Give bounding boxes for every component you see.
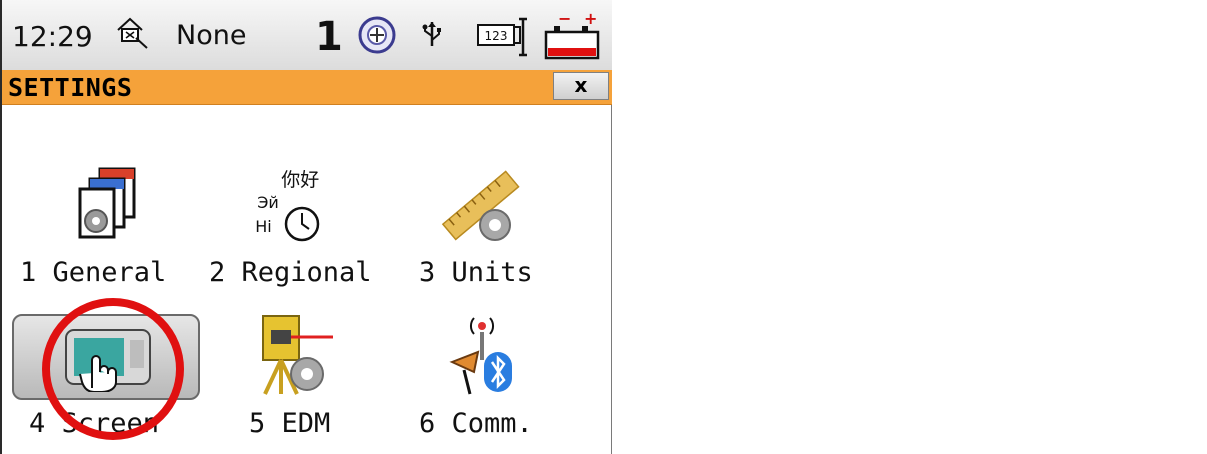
menu-label-units: 3 Units	[419, 257, 533, 288]
battery-icon: − +	[544, 9, 600, 60]
menu-item-units[interactable]	[388, 165, 576, 253]
menu-item-comm[interactable]	[388, 312, 576, 400]
home-target-icon[interactable]	[114, 14, 150, 50]
svg-text:+: +	[584, 9, 597, 28]
language-clock-icon: 你好 Эй Hi	[243, 165, 333, 245]
page-title: SETTINGS	[8, 73, 133, 102]
keyboard-123-icon[interactable]: 123	[476, 15, 534, 59]
icon-text-chinese: 你好	[281, 169, 320, 191]
icon-text-english: Hi	[255, 217, 272, 236]
antenna-bluetooth-icon	[449, 317, 512, 395]
face-indicator: 1	[315, 14, 343, 60]
close-button[interactable]: x	[553, 72, 609, 100]
menu-label-edm: 5 EDM	[249, 408, 331, 439]
ruler-gear-icon	[441, 170, 520, 241]
documents-gear-icon	[78, 167, 136, 239]
menu-item-edm[interactable]	[198, 312, 386, 400]
prism-status[interactable]: None	[176, 20, 246, 51]
svg-text:123: 123	[485, 29, 508, 43]
icon-text-russian: Эй	[257, 193, 279, 212]
status-bar: 12:29 None 1 123 − +	[2, 0, 612, 71]
svg-text:−: −	[558, 9, 571, 28]
status-time: 12:29	[12, 20, 93, 53]
annotation-circle	[42, 298, 184, 440]
total-station-gear-icon	[262, 315, 333, 395]
menu-label-comm: 6 Comm.	[419, 408, 533, 439]
usb-icon	[422, 22, 441, 46]
title-bar: SETTINGS x	[2, 70, 612, 105]
target-icon[interactable]	[357, 15, 397, 55]
device-screen: 12:29 None 1 123 − + SETTINGS x 1 Genera…	[0, 0, 612, 454]
menu-label-general: 1 General	[20, 257, 167, 288]
menu-item-general[interactable]	[8, 165, 196, 253]
menu-item-regional[interactable]: 你好 Эй Hi	[198, 165, 386, 253]
menu-label-regional: 2 Regional	[209, 257, 372, 288]
